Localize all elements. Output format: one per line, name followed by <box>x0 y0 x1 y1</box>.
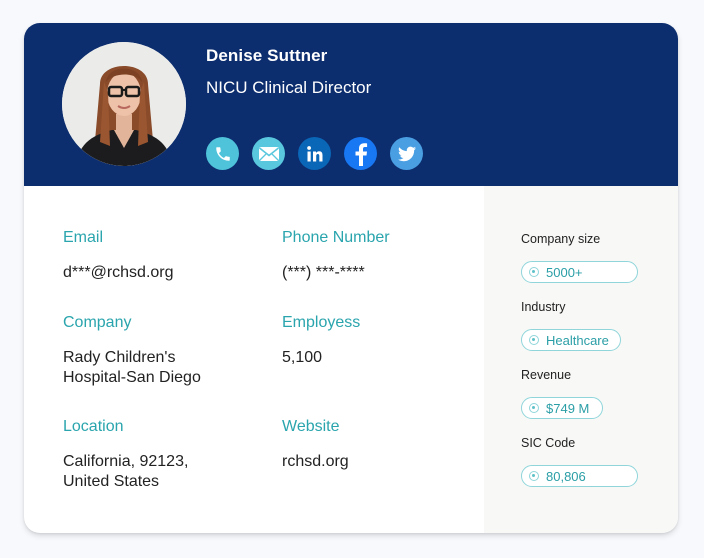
website-label: Website <box>282 418 340 435</box>
twitter-icon <box>397 146 416 161</box>
profile-title: NICU Clinical Director <box>206 78 372 97</box>
firmographics-panel: Company size 5000+ Industry Healthcare R… <box>484 186 678 533</box>
company-size-label: Company size <box>521 232 601 246</box>
profile-header: Denise Suttner NICU Clinical Director <box>24 23 678 186</box>
revenue-label: Revenue <box>521 368 572 382</box>
radio-dot-icon <box>529 267 539 277</box>
location-value-line1: California, 92123, <box>63 453 189 470</box>
website-value[interactable]: rchsd.org <box>282 452 349 472</box>
social-links <box>206 137 423 170</box>
facebook-button[interactable] <box>344 137 377 170</box>
company-value: Rady Children's Hospital-San Diego <box>63 348 201 388</box>
revenue-value: $749 M <box>546 400 590 416</box>
radio-dot-icon <box>529 403 539 413</box>
location-value: California, 92123, United States <box>63 452 188 492</box>
avatar <box>62 42 186 166</box>
industry-pill: Healthcare <box>521 329 621 351</box>
sic-code-label: SIC Code <box>521 436 576 450</box>
phone-value: (***) ***-**** <box>282 264 365 281</box>
sic-code-value: 80,806 <box>546 468 586 484</box>
contact-card: Denise Suttner NICU Clinical Director Em… <box>24 23 678 533</box>
linkedin-button[interactable] <box>298 137 331 170</box>
twitter-button[interactable] <box>390 137 423 170</box>
industry-label: Industry <box>521 300 566 314</box>
company-value-line2: Hospital-San Diego <box>63 369 201 386</box>
company-size-value: 5000+ <box>546 264 583 280</box>
industry-value: Healthcare <box>546 332 609 348</box>
radio-dot-icon <box>529 471 539 481</box>
email-button[interactable] <box>252 137 285 170</box>
email-label: Email <box>63 229 104 246</box>
company-label: Company <box>63 314 132 331</box>
location-label: Location <box>63 418 124 435</box>
phone-icon <box>215 146 230 161</box>
facebook-icon <box>355 142 367 166</box>
employees-label: Employess <box>282 314 361 331</box>
avatar-photo <box>62 42 186 166</box>
email-value[interactable]: d***@rchsd.org <box>63 263 174 283</box>
radio-dot-icon <box>529 335 539 345</box>
company-value-line1: Rady Children's <box>63 349 176 366</box>
revenue-pill: $749 M <box>521 397 603 419</box>
phone-label: Phone Number <box>282 229 390 246</box>
profile-name: Denise Suttner <box>206 46 328 65</box>
phone-button[interactable] <box>206 137 239 170</box>
company-size-pill: 5000+ <box>521 261 638 283</box>
envelope-icon <box>258 146 279 161</box>
linkedin-icon <box>306 145 322 161</box>
location-value-line2: United States <box>63 473 160 490</box>
employees-value: 5,100 <box>282 349 323 366</box>
sic-code-pill: 80,806 <box>521 465 638 487</box>
